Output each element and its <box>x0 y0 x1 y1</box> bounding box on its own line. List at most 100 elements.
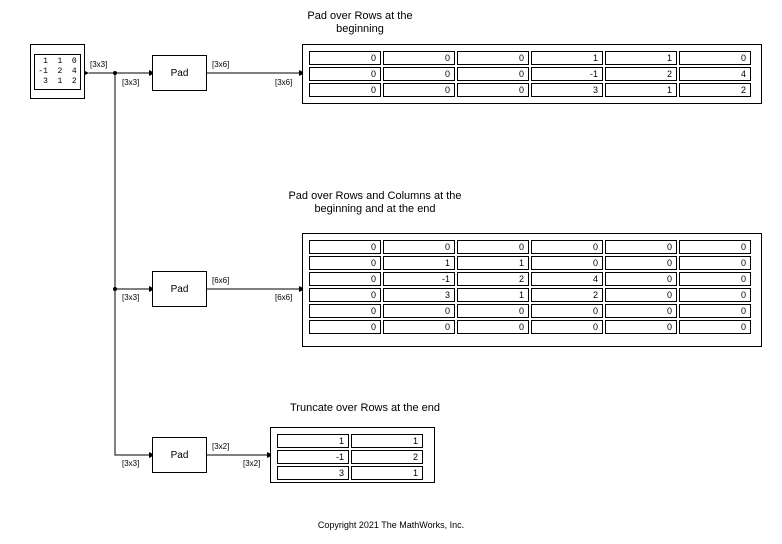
table-cell: 0 <box>457 83 529 97</box>
table-cell: 0 <box>457 320 529 334</box>
table-cell: -1 <box>531 67 603 81</box>
table-row: 0-12400 <box>309 272 751 286</box>
table-cell: 1 <box>277 434 349 448</box>
table-cell: 0 <box>679 320 751 334</box>
signal-dim-label: [3x3] <box>122 293 139 302</box>
table-cell: -1 <box>277 450 349 464</box>
table-cell: 0 <box>457 240 529 254</box>
signal-dim-label: [3x6] <box>212 60 229 69</box>
display-block-3[interactable]: 11-1231 <box>270 427 435 483</box>
table-cell: 2 <box>531 288 603 302</box>
table-cell: 0 <box>309 83 381 97</box>
pad-block-label: Pad <box>171 68 189 79</box>
table-cell: 0 <box>383 67 455 81</box>
table-cell: 1 <box>605 51 677 65</box>
table-cell: 1 <box>531 51 603 65</box>
table-row: 31 <box>277 466 423 480</box>
display-table: 0000000110000-12400031200000000000000 <box>307 238 753 336</box>
pad-block-1[interactable]: Pad <box>152 55 207 91</box>
table-cell: 0 <box>457 304 529 318</box>
table-cell: 1 <box>605 83 677 97</box>
table-cell: 2 <box>457 272 529 286</box>
table-cell: 0 <box>531 256 603 270</box>
table-cell: 0 <box>605 240 677 254</box>
table-cell: 0 <box>309 272 381 286</box>
table-cell: 0 <box>605 320 677 334</box>
table-cell: 0 <box>679 304 751 318</box>
table-cell: 1 <box>457 256 529 270</box>
table-cell: 0 <box>383 240 455 254</box>
table-cell: 1 <box>457 288 529 302</box>
table-cell: 3 <box>383 288 455 302</box>
signal-dim-label: [3x2] <box>212 442 229 451</box>
pad-block-2[interactable]: Pad <box>152 271 207 307</box>
display-table: 11-1231 <box>275 432 425 482</box>
table-row: 000000 <box>309 240 751 254</box>
signal-dim-label: [3x2] <box>243 459 260 468</box>
table-row: 11 <box>277 434 423 448</box>
table-cell: 0 <box>605 256 677 270</box>
table-cell: 0 <box>531 320 603 334</box>
table-cell: 3 <box>531 83 603 97</box>
table-cell: 2 <box>679 83 751 97</box>
table-row: 000-124 <box>309 67 751 81</box>
table-cell: 0 <box>679 51 751 65</box>
signal-dim-label: [6x6] <box>212 276 229 285</box>
copyright-footer: Copyright 2021 The MathWorks, Inc. <box>0 520 782 530</box>
table-row: 000110 <box>309 51 751 65</box>
section-title-3: Truncate over Rows at the end <box>260 402 470 415</box>
table-cell: 0 <box>457 51 529 65</box>
table-cell: 1 <box>351 434 423 448</box>
section-title-1: Pad over Rows at thebeginning <box>260 10 460 36</box>
table-cell: 0 <box>605 304 677 318</box>
table-cell: 0 <box>531 304 603 318</box>
table-cell: 3 <box>277 466 349 480</box>
table-cell: 0 <box>309 67 381 81</box>
pad-block-label: Pad <box>171 284 189 295</box>
table-cell: 0 <box>679 256 751 270</box>
table-row: 031200 <box>309 288 751 302</box>
table-cell: 0 <box>309 320 381 334</box>
table-row: 000312 <box>309 83 751 97</box>
table-cell: 0 <box>531 240 603 254</box>
table-cell: 0 <box>309 240 381 254</box>
pad-block-3[interactable]: Pad <box>152 437 207 473</box>
table-cell: -1 <box>383 272 455 286</box>
table-cell: 1 <box>383 256 455 270</box>
signal-dim-label: [3x3] <box>122 78 139 87</box>
table-cell: 0 <box>605 288 677 302</box>
constant-source-block[interactable]: 1 1 0 -1 2 4 3 1 2 <box>30 44 85 99</box>
signal-dim-label: [3x6] <box>275 78 292 87</box>
table-cell: 0 <box>309 288 381 302</box>
table-cell: 2 <box>351 450 423 464</box>
table-cell: 0 <box>383 304 455 318</box>
table-cell: 0 <box>679 288 751 302</box>
signal-dim-label: [3x3] <box>90 60 107 69</box>
signal-dim-label: [3x3] <box>122 459 139 468</box>
display-table: 000110000-124000312 <box>307 49 753 99</box>
table-row: 011000 <box>309 256 751 270</box>
table-row: 000000 <box>309 304 751 318</box>
table-cell: 0 <box>679 272 751 286</box>
signal-dim-label: [6x6] <box>275 293 292 302</box>
table-cell: 0 <box>309 256 381 270</box>
table-cell: 0 <box>679 240 751 254</box>
constant-matrix-text: 1 1 0 -1 2 4 3 1 2 <box>34 54 80 90</box>
table-cell: 4 <box>531 272 603 286</box>
table-cell: 1 <box>351 466 423 480</box>
table-cell: 0 <box>605 272 677 286</box>
pad-block-label: Pad <box>171 450 189 461</box>
table-row: -12 <box>277 450 423 464</box>
table-cell: 0 <box>383 83 455 97</box>
table-cell: 0 <box>309 304 381 318</box>
table-cell: 4 <box>679 67 751 81</box>
table-cell: 0 <box>309 51 381 65</box>
table-cell: 2 <box>605 67 677 81</box>
table-cell: 0 <box>383 51 455 65</box>
display-block-1[interactable]: 000110000-124000312 <box>302 44 762 104</box>
table-cell: 0 <box>457 67 529 81</box>
section-title-2: Pad over Rows and Columns at thebeginnin… <box>260 190 490 216</box>
table-cell: 0 <box>383 320 455 334</box>
display-block-2[interactable]: 0000000110000-12400031200000000000000 <box>302 233 762 347</box>
table-row: 000000 <box>309 320 751 334</box>
